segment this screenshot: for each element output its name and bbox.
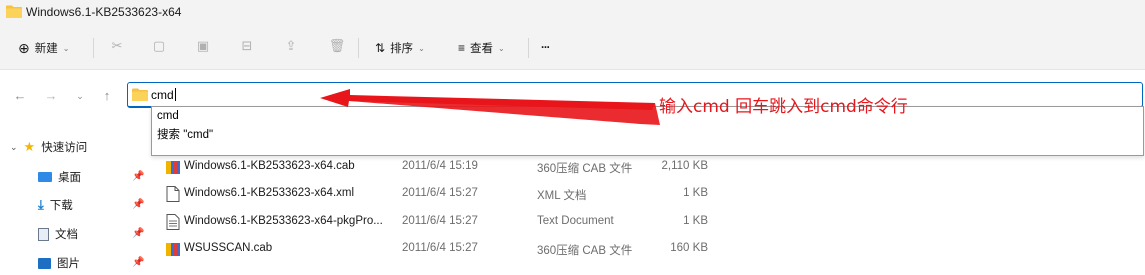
sidebar-item-quick-access[interactable]: ⌄ ★ 快速访问 (10, 136, 87, 158)
copy-icon[interactable]: ▢ (150, 37, 168, 55)
chevron-down-icon: ⌄ (498, 43, 505, 53)
sidebar-item-pictures[interactable]: 图片 (38, 252, 80, 274)
file-name: WSUSSCAN.cab (184, 242, 273, 254)
file-type: XML 文档 (537, 190, 587, 202)
address-bar[interactable]: cmd (127, 82, 1143, 108)
sidebar-item-label: 下载 (49, 200, 73, 212)
text-file-icon (166, 214, 180, 230)
sidebar-item-label: 快速访问 (41, 142, 88, 154)
file-name: Windows6.1-KB2533623-x64.cab (184, 160, 355, 172)
suggestion-item[interactable]: 搜索 "cmd" (157, 126, 213, 142)
rename-icon[interactable]: ⊟ (238, 37, 256, 55)
chevron-down-icon: ⌄ (10, 141, 18, 152)
sort-button[interactable]: ⇅ 排序 ⌄ (375, 38, 425, 58)
sort-button-label: 排序 (390, 43, 414, 55)
picture-icon (38, 257, 51, 269)
desktop-icon (38, 172, 52, 182)
file-size: 160 KB (670, 242, 708, 254)
cab-archive-icon (166, 243, 180, 256)
star-icon: ★ (23, 139, 36, 154)
chevron-down-icon: ⌄ (418, 43, 425, 53)
download-icon: ⤓ (38, 197, 44, 212)
address-suggestions-dropdown: cmd 搜索 "cmd" (151, 106, 1144, 156)
navigation-pane: ⌄ ★ 快速访问 桌面 📌 ⤓ 下载 📌 文档 📌 图片 📌 (0, 136, 148, 275)
window-title: Windows6.1-KB2533623-x64 (26, 5, 182, 19)
sidebar-item-label: 桌面 (58, 172, 81, 184)
pin-icon[interactable]: 📌 (132, 199, 144, 210)
file-size: 2,110 KB (661, 160, 708, 172)
up-arrow-icon[interactable]: ↑ (99, 88, 115, 103)
sidebar-item-label: 图片 (57, 258, 80, 270)
address-value: cmd (151, 88, 174, 102)
sidebar-item-downloads[interactable]: ⤓ 下载 (38, 194, 73, 216)
sidebar-item-documents[interactable]: 文档 (38, 223, 78, 245)
plus-circle-icon: ⊕ (18, 39, 30, 56)
view-button[interactable]: ≡ 查看 ⌄ (458, 38, 505, 58)
forward-arrow-icon[interactable]: → (43, 88, 59, 103)
annotation-text: 输入cmd 回车跳入到cmd命令行 (659, 97, 908, 117)
file-date: 2011/6/4 15:27 (402, 242, 478, 254)
file-date: 2011/6/4 15:19 (402, 160, 478, 172)
file-row[interactable]: Windows6.1-KB2533623-x64-pkgPro... 2011/… (150, 209, 730, 235)
sort-icon: ⇅ (375, 41, 386, 55)
paste-icon[interactable]: ▣ (194, 37, 212, 55)
address-input[interactable]: cmd (151, 88, 176, 102)
cut-icon[interactable]: ✂ (108, 37, 126, 55)
file-type: 360压缩 CAB 文件 (537, 245, 633, 257)
file-row[interactable]: Windows6.1-KB2533623-x64.xml 2011/6/4 15… (150, 181, 730, 207)
file-name: Windows6.1-KB2533623-x64.xml (184, 187, 355, 199)
delete-icon[interactable]: 🗑 (328, 37, 346, 55)
view-button-label: 查看 (470, 43, 494, 55)
recent-locations-chevron-icon[interactable]: ⌄ (72, 91, 88, 102)
new-button-label: 新建 (34, 43, 58, 55)
new-button[interactable]: ⊕ 新建 ⌄ (18, 38, 69, 58)
file-date: 2011/6/4 15:27 (402, 187, 478, 199)
share-icon[interactable]: ⇪ (282, 37, 300, 55)
view-icon: ≡ (458, 41, 466, 55)
file-name: Windows6.1-KB2533623-x64-pkgPro... (184, 215, 383, 227)
title-bar: Windows6.1-KB2533623-x64 (0, 0, 1145, 26)
sidebar-item-label: 文档 (55, 229, 78, 241)
file-row[interactable]: WSUSSCAN.cab 2011/6/4 15:27 360压缩 CAB 文件… (150, 236, 730, 262)
file-size: 1 KB (683, 187, 708, 199)
command-bar: ⊕ 新建 ⌄ ✂ ▢ ▣ ⊟ ⇪ 🗑 ⇅ 排序 ⌄ ≡ 查看 ⌄ ··· (0, 26, 1145, 70)
file-type: Text Document (537, 215, 614, 227)
suggestion-item[interactable]: cmd (157, 110, 179, 122)
chevron-down-icon: ⌄ (62, 43, 70, 53)
text-caret (174, 88, 176, 101)
back-arrow-icon[interactable]: ← (12, 88, 28, 103)
file-date: 2011/6/4 15:27 (402, 215, 478, 227)
toolbar-divider (528, 38, 529, 58)
toolbar-divider (93, 38, 94, 58)
toolbar-divider (358, 38, 359, 58)
folder-icon (6, 5, 22, 18)
pin-icon[interactable]: 📌 (132, 257, 144, 268)
pin-icon[interactable]: 📌 (132, 228, 144, 239)
xml-file-icon (166, 186, 180, 202)
more-options-button[interactable]: ··· (541, 38, 550, 58)
pin-icon[interactable]: 📌 (132, 171, 144, 182)
document-icon (38, 227, 49, 241)
sidebar-item-desktop[interactable]: 桌面 (38, 166, 81, 188)
cab-archive-icon (166, 161, 180, 174)
file-size: 1 KB (683, 215, 708, 227)
file-type: 360压缩 CAB 文件 (537, 163, 633, 175)
folder-icon (132, 88, 148, 101)
file-row[interactable]: Windows6.1-KB2533623-x64.cab 2011/6/4 15… (150, 154, 730, 180)
